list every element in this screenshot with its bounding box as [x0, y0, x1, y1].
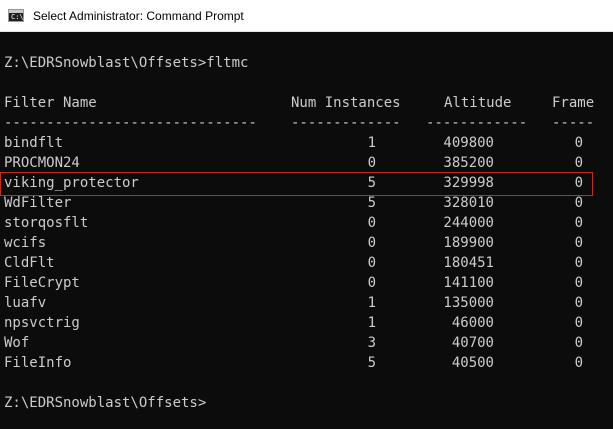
frame-cell: 0 [574, 135, 583, 151]
altitude-cell: 40700 [451, 335, 494, 351]
altitude-cell: 189900 [443, 235, 494, 251]
table-row: Wof 3 40700 0 [4, 333, 613, 353]
table-row: WdFilter 5 328010 0 [4, 193, 613, 213]
header-frame: Frame [552, 95, 595, 111]
frame-cell: 0 [574, 195, 583, 211]
cmd-icon: C:\ [8, 9, 24, 22]
separator-frame: ----- [552, 115, 595, 131]
frame-cell: 0 [574, 235, 583, 251]
frame-cell: 0 [574, 255, 583, 271]
header-altitude: Altitude [444, 95, 512, 111]
filter-name-cell: storqosflt [4, 215, 89, 231]
num-instances-cell: 5 [367, 355, 376, 371]
frame-cell: 0 [574, 335, 583, 351]
altitude-cell: 385200 [443, 155, 494, 171]
altitude-cell: 328010 [443, 195, 494, 211]
frame-cell: 0 [574, 275, 583, 291]
command-prompt[interactable]: Z:\EDRSnowblast\Offsets> [4, 393, 613, 413]
table-row: PROCMON24 0 385200 0 [4, 153, 613, 173]
num-instances-cell: 0 [367, 255, 376, 271]
separator-row: ------------------------------ ---------… [4, 113, 613, 133]
altitude-cell: 329998 [443, 175, 494, 191]
filter-name-cell: WdFilter [4, 195, 72, 211]
table-row: FileInfo 5 40500 0 [4, 353, 613, 373]
filter-name-cell: bindflt [4, 135, 64, 151]
num-instances-cell: 1 [367, 315, 376, 331]
filter-name-cell: CldFlt [4, 255, 55, 271]
filter-name-cell: viking_protector [4, 175, 139, 191]
command-line: Z:\EDRSnowblast\Offsets>fltmc [4, 55, 249, 71]
num-instances-cell: 0 [367, 235, 376, 251]
num-instances-cell: 1 [367, 135, 376, 151]
header-row: Filter Name Num Instances Altitude Frame [4, 93, 613, 113]
table-row: luafv 1 135000 0 [4, 293, 613, 313]
num-instances-cell: 0 [367, 155, 376, 171]
frame-cell: 0 [574, 295, 583, 311]
altitude-cell: 180451 [443, 255, 494, 271]
separator-num-instances: ------------- [291, 115, 401, 131]
num-instances-cell: 3 [367, 335, 376, 351]
filter-name-cell: wcifs [4, 235, 47, 251]
altitude-cell: 135000 [443, 295, 494, 311]
header-filter-name: Filter Name [4, 95, 97, 111]
altitude-cell: 244000 [443, 215, 494, 231]
frame-cell: 0 [574, 155, 583, 171]
filter-name-cell: FileInfo [4, 355, 72, 371]
frame-cell: 0 [574, 355, 583, 371]
table-row: wcifs 0 189900 0 [4, 233, 613, 253]
num-instances-cell: 5 [367, 175, 376, 191]
table-row: storqosflt 0 244000 0 [4, 213, 613, 233]
num-instances-cell: 1 [367, 295, 376, 311]
separator-filter-name: ------------------------------ [4, 115, 257, 131]
altitude-cell: 40500 [451, 355, 494, 371]
frame-cell: 0 [574, 215, 583, 231]
altitude-cell: 141100 [443, 275, 494, 291]
frame-cell: 0 [574, 175, 583, 191]
filter-name-cell: luafv [4, 295, 47, 311]
filter-name-cell: PROCMON24 [4, 155, 80, 171]
table-row: FileCrypt 0 141100 0 [4, 273, 613, 293]
table-row: npsvctrig 1 46000 0 [4, 313, 613, 333]
window-title: Select Administrator: Command Prompt [33, 9, 244, 23]
filter-name-cell: FileCrypt [4, 275, 80, 291]
num-instances-cell: 0 [367, 275, 376, 291]
header-num-instances: Num Instances [291, 95, 401, 111]
frame-cell: 0 [574, 315, 583, 331]
altitude-cell: 409800 [443, 135, 494, 151]
filter-name-cell: Wof [4, 335, 30, 351]
separator-altitude: ------------ [426, 115, 528, 131]
title-bar[interactable]: C:\ Select Administrator: Command Prompt [0, 0, 613, 32]
altitude-cell: 46000 [451, 315, 494, 331]
num-instances-cell: 0 [367, 215, 376, 231]
table-row: bindflt 1 409800 0 [4, 133, 613, 153]
command-prompt-window: C:\ Select Administrator: Command Prompt… [0, 0, 613, 429]
table-row: CldFlt 0 180451 0 [4, 253, 613, 273]
num-instances-cell: 5 [367, 195, 376, 211]
cmd-icon-text: C:\ [11, 13, 24, 21]
table-row: viking_protector 5 329998 0 [4, 173, 613, 193]
filter-name-cell: npsvctrig [4, 315, 80, 331]
console-output[interactable]: Z:\EDRSnowblast\Offsets>fltmc Filter Nam… [0, 33, 613, 429]
